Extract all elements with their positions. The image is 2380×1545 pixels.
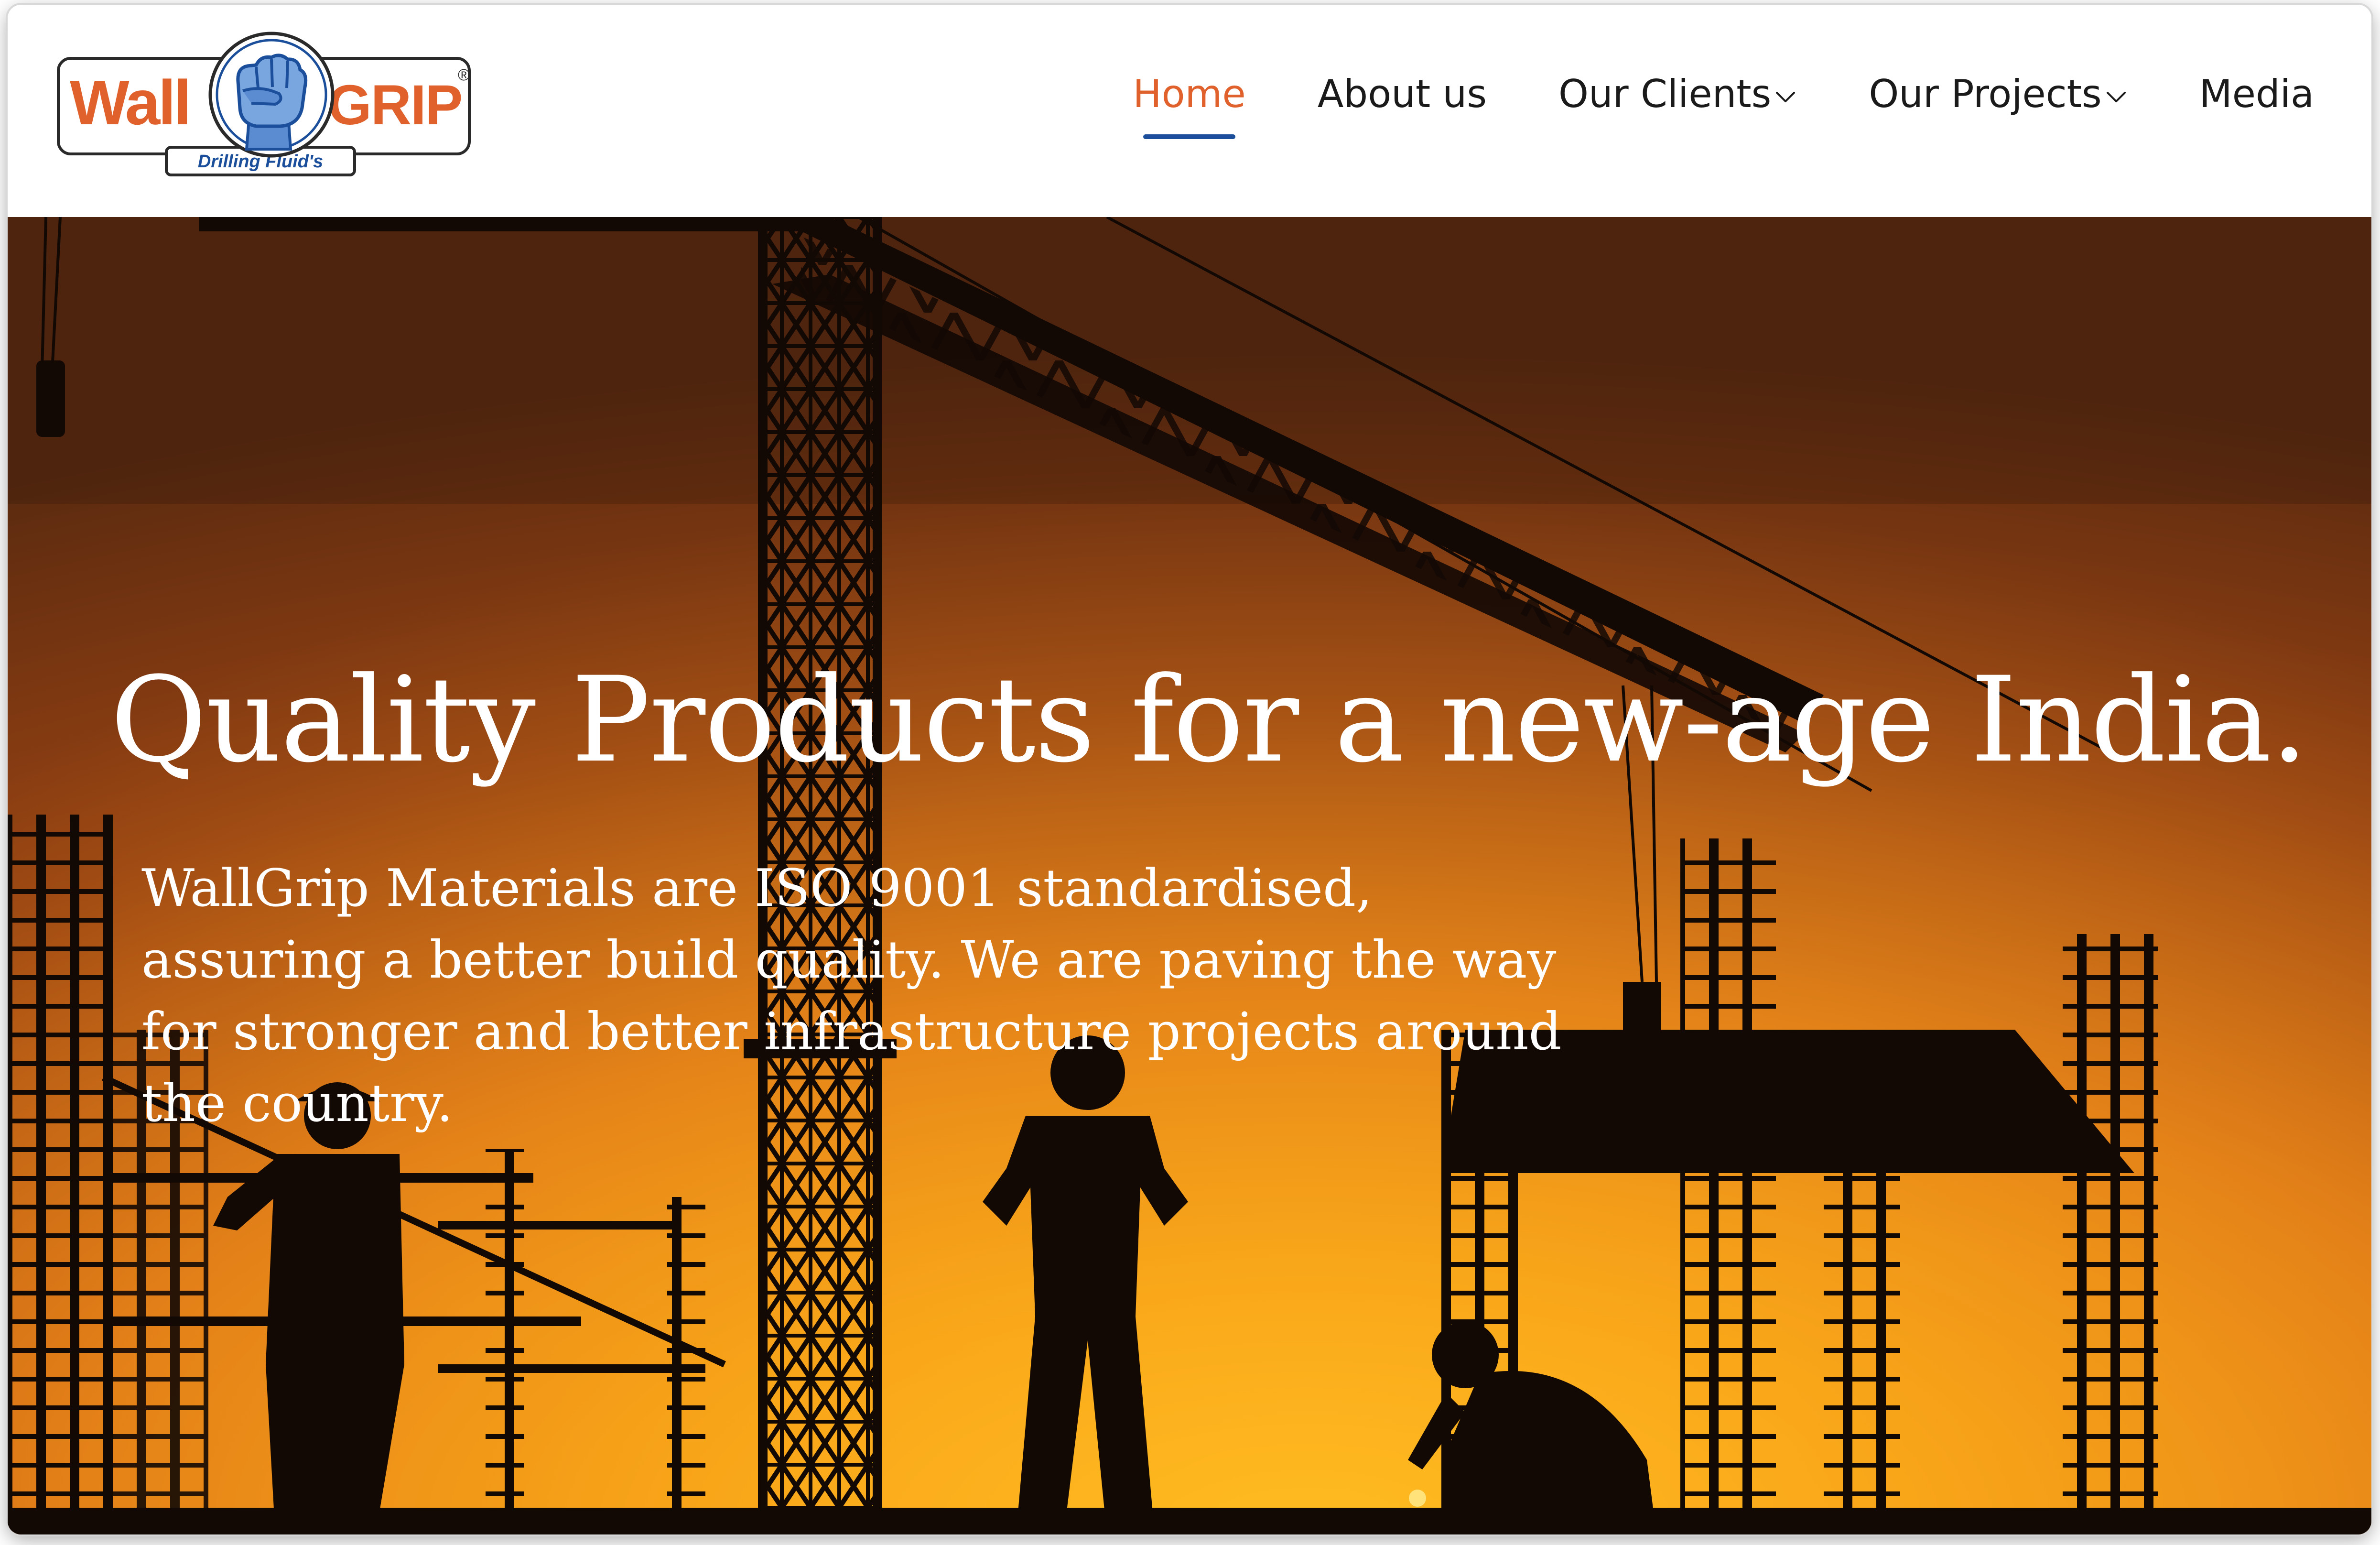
hero-title: Quality Products for a new-age India.	[110, 652, 2308, 789]
logo-word-grip: GRIP	[328, 74, 462, 137]
nav-about-us-label: About us	[1317, 72, 1487, 116]
active-indicator	[1143, 134, 1235, 139]
chevron-down-icon	[1776, 91, 1796, 102]
logo-word-wall: Wall	[70, 67, 189, 138]
nav-home-label: Home	[1133, 72, 1246, 116]
nav-our-projects-label: Our Projects	[1869, 72, 2102, 116]
site-header: Drilling Fluid's Wall GRIP ® Home About …	[8, 5, 2371, 217]
main-nav: Home About us Our Clients Our Projects M…	[1133, 72, 2314, 139]
nav-about-us[interactable]: About us	[1318, 72, 1487, 116]
browser-frame: Drilling Fluid's Wall GRIP ® Home About …	[8, 5, 2371, 1534]
fist-icon	[208, 32, 335, 158]
nav-media-label: Media	[2199, 72, 2314, 116]
wallgrip-logo[interactable]: Drilling Fluid's Wall GRIP ®	[55, 24, 476, 186]
wallgrip-logo-graphic: Drilling Fluid's Wall GRIP ®	[57, 32, 471, 176]
nav-our-clients[interactable]: Our Clients	[1558, 72, 1797, 116]
registered-mark: ®	[458, 66, 470, 84]
hero-description: WallGrip Materials are ISO 9001 standard…	[141, 859, 1562, 1133]
nav-home[interactable]: Home	[1133, 72, 1246, 139]
nav-media[interactable]: Media	[2199, 72, 2314, 116]
nav-our-projects[interactable]: Our Projects	[1869, 72, 2127, 116]
chevron-down-icon	[2106, 91, 2126, 102]
hero-section: Quality Products for a new-age India. Wa…	[8, 217, 2371, 1534]
nav-our-clients-label: Our Clients	[1558, 72, 1772, 116]
